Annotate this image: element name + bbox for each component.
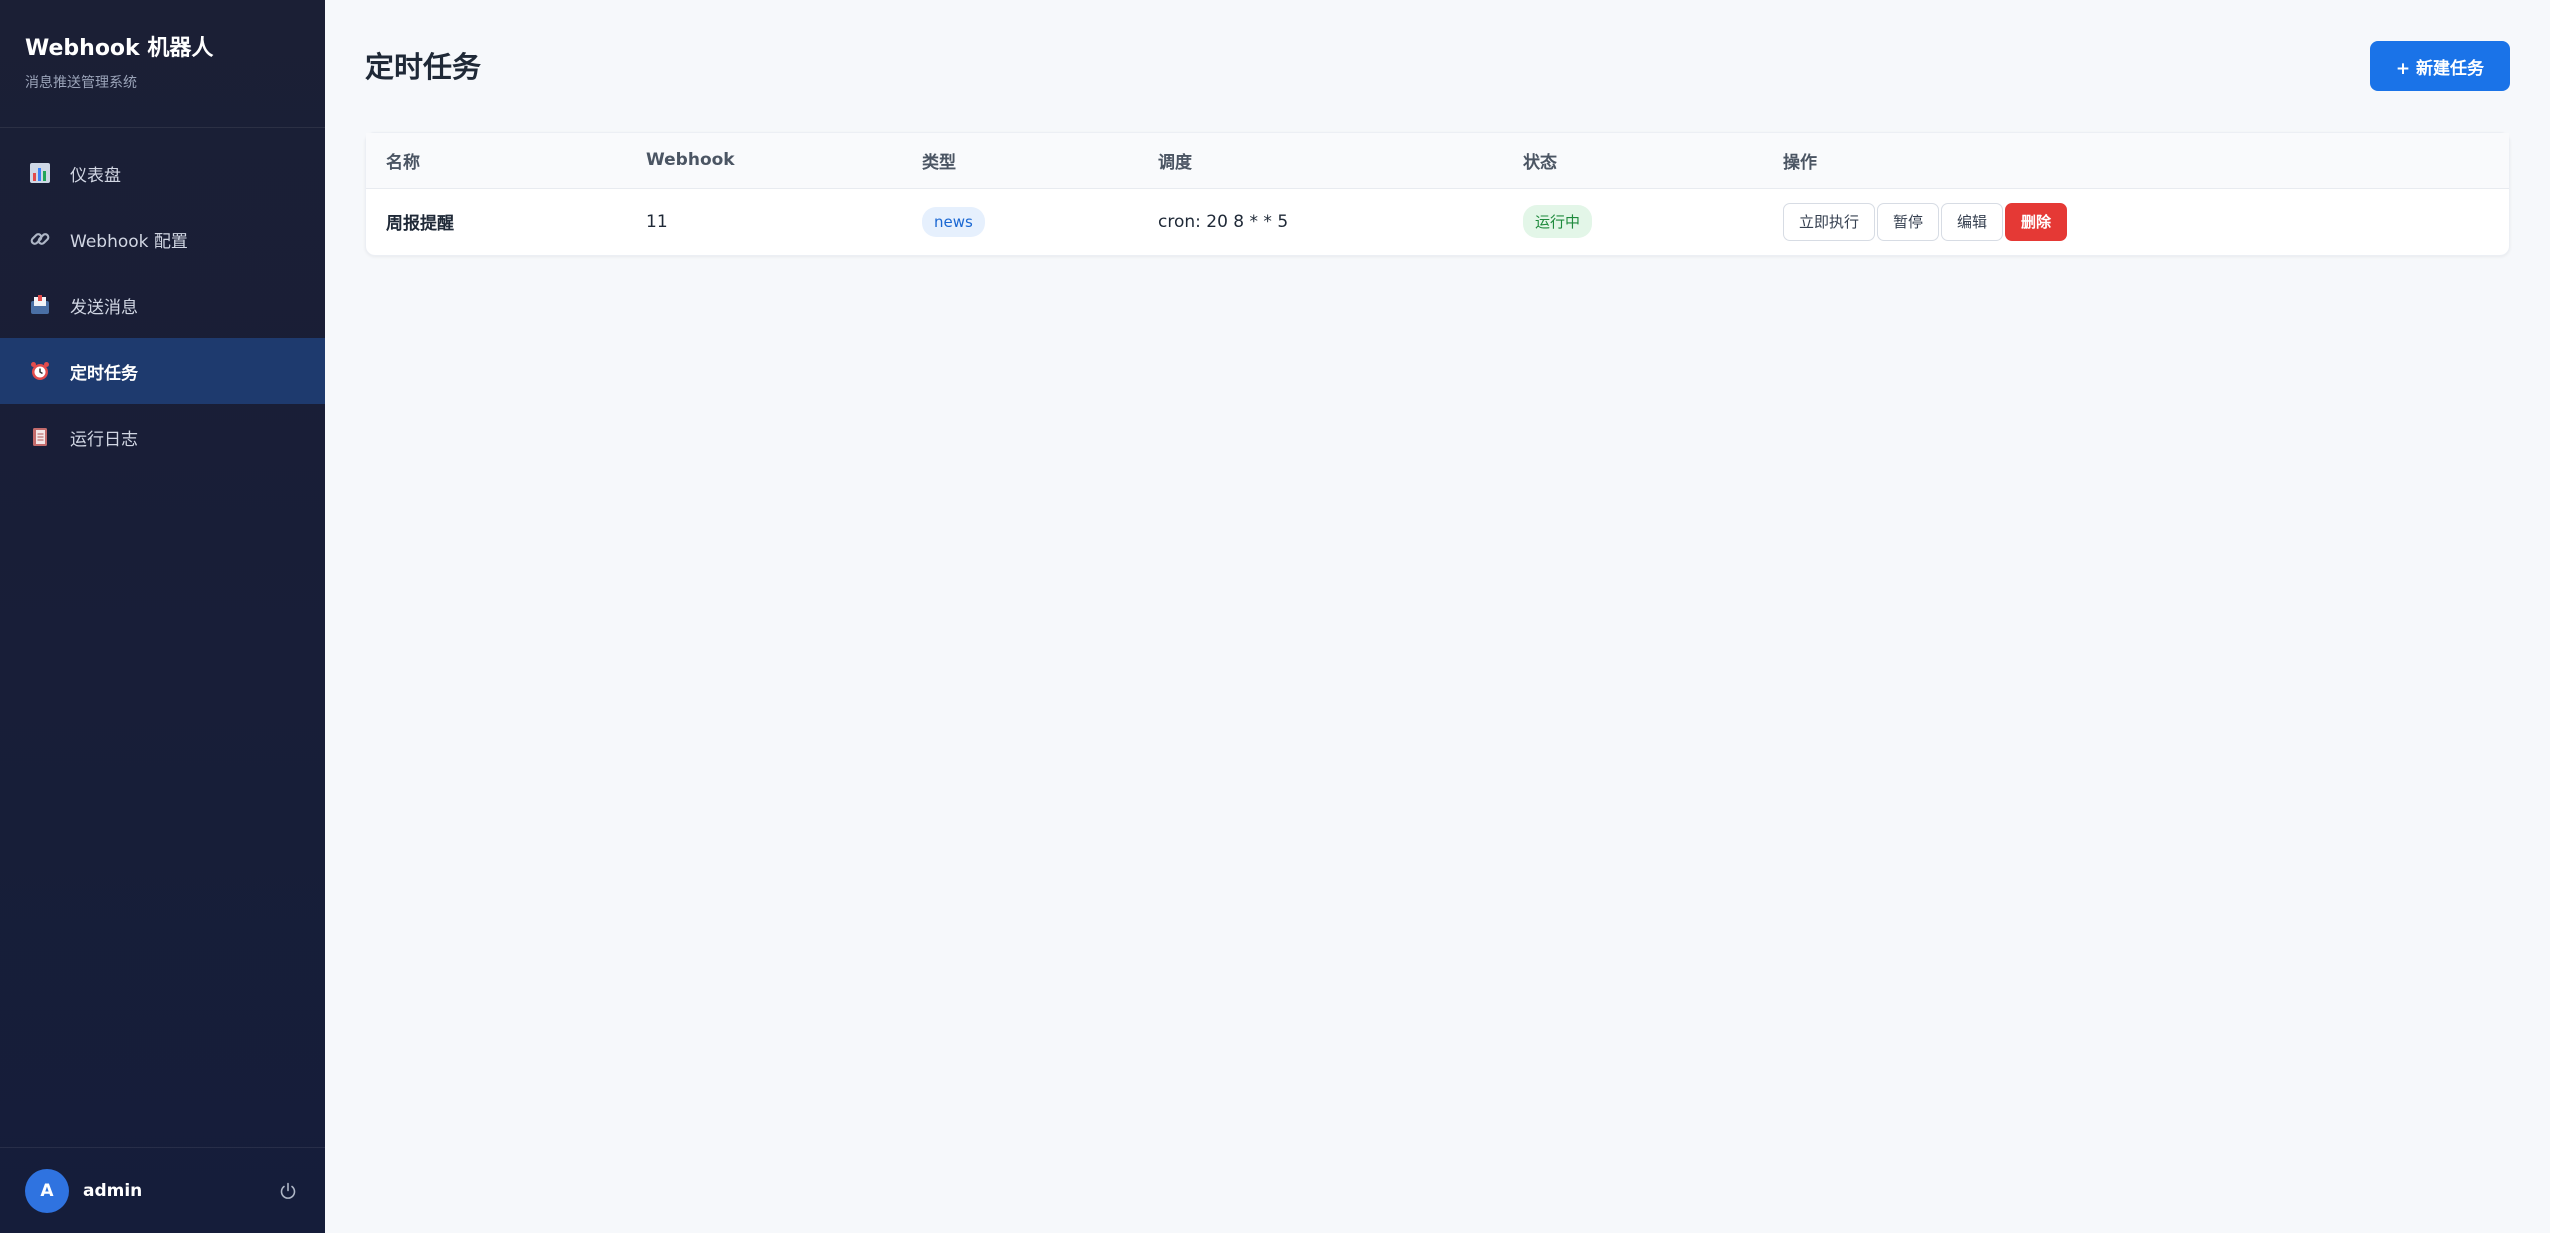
pause-button[interactable]: 暂停 xyxy=(1877,202,1940,241)
main-content: 定时任务 + 新建任务 名称 Webhook 类型 调度 状态 操作 周报提醒 … xyxy=(325,0,2550,1233)
sidebar-item-scheduled-tasks[interactable]: 定时任务 xyxy=(0,338,325,404)
sidebar: Webhook 机器人 消息推送管理系统 仪表盘 Webhook 配置 发送消息… xyxy=(0,0,325,1233)
run-now-button[interactable]: 立即执行 xyxy=(1783,202,1876,241)
task-webhook: 11 xyxy=(646,211,668,232)
link-icon xyxy=(28,227,52,251)
column-header-schedule: 调度 xyxy=(1138,133,1503,189)
sidebar-nav: 仪表盘 Webhook 配置 发送消息 定时任务 运行日志 xyxy=(0,128,325,470)
page-title: 定时任务 xyxy=(365,50,482,84)
alarm-clock-icon xyxy=(28,359,52,383)
column-header-webhook: Webhook xyxy=(626,133,902,189)
inbox-icon xyxy=(28,293,52,317)
sidebar-item-label: Webhook 配置 xyxy=(70,231,188,252)
app-title: Webhook 机器人 xyxy=(25,36,214,61)
sidebar-item-label: 运行日志 xyxy=(70,429,138,450)
power-icon[interactable] xyxy=(276,1179,300,1203)
sidebar-item-label: 仪表盘 xyxy=(70,165,121,186)
task-type-cell: news xyxy=(902,188,1138,255)
tasks-table-card: 名称 Webhook 类型 调度 状态 操作 周报提醒 11 news cron… xyxy=(365,132,2510,256)
user-panel: A admin xyxy=(0,1147,325,1233)
delete-button[interactable]: 删除 xyxy=(2005,202,2068,241)
sidebar-item-send-message[interactable]: 发送消息 xyxy=(0,272,325,338)
task-schedule: cron: 20 8 * * 5 xyxy=(1158,211,1289,232)
sidebar-item-label: 定时任务 xyxy=(70,363,138,384)
user-name: admin xyxy=(83,1180,143,1201)
task-actions-cell: 立即执行 暂停 编辑 删除 xyxy=(1763,188,2509,255)
brand: Webhook 机器人 消息推送管理系统 xyxy=(0,0,325,128)
column-header-name: 名称 xyxy=(366,133,626,189)
chart-icon xyxy=(28,161,52,185)
column-header-status: 状态 xyxy=(1503,133,1763,189)
sidebar-item-label: 发送消息 xyxy=(70,297,138,318)
page-header: 定时任务 + 新建任务 xyxy=(365,0,2510,132)
sidebar-item-dashboard[interactable]: 仪表盘 xyxy=(0,140,325,206)
avatar[interactable]: A xyxy=(25,1168,69,1213)
app-root: Webhook 机器人 消息推送管理系统 仪表盘 Webhook 配置 发送消息… xyxy=(0,0,2550,1233)
edit-button[interactable]: 编辑 xyxy=(1941,202,2004,241)
sidebar-item-run-logs[interactable]: 运行日志 xyxy=(0,404,325,470)
tasks-table: 名称 Webhook 类型 调度 状态 操作 周报提醒 11 news cron… xyxy=(366,133,2509,255)
task-name: 周报提醒 xyxy=(386,214,454,235)
row-actions: 立即执行 暂停 编辑 删除 xyxy=(1783,202,2509,241)
type-badge: news xyxy=(922,206,985,237)
app-subtitle: 消息推送管理系统 xyxy=(25,75,137,91)
new-task-button[interactable]: + 新建任务 xyxy=(2369,41,2510,91)
column-header-type: 类型 xyxy=(902,133,1138,189)
table-header-row: 名称 Webhook 类型 调度 状态 操作 xyxy=(366,133,2509,189)
column-header-actions: 操作 xyxy=(1763,133,2509,189)
table-row: 周报提醒 11 news cron: 20 8 * * 5 运行中 立即执行 暂… xyxy=(366,188,2509,255)
sidebar-item-webhook-config[interactable]: Webhook 配置 xyxy=(0,206,325,272)
status-badge: 运行中 xyxy=(1523,205,1593,239)
task-status-cell: 运行中 xyxy=(1503,188,1763,255)
notebook-icon xyxy=(28,425,52,449)
